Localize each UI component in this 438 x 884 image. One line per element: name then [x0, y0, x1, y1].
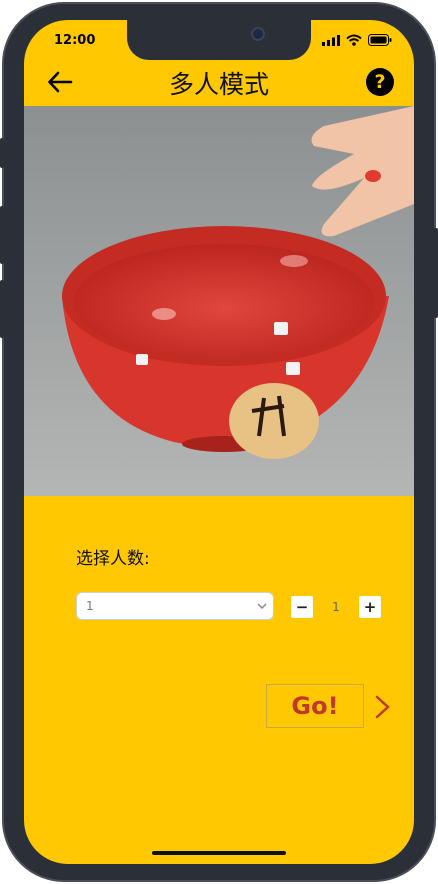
status-time: 12:00	[54, 33, 96, 48]
chevron-right-icon[interactable]	[374, 694, 392, 720]
player-count-select[interactable]: 1	[76, 592, 274, 620]
battery-icon	[368, 34, 392, 46]
help-icon[interactable]: ?	[366, 68, 394, 96]
page-title: 多人模式	[168, 70, 269, 99]
phone-volume-up	[0, 206, 4, 264]
phone-volume-down	[0, 280, 4, 338]
app-header: 多人模式 ?	[24, 60, 414, 106]
increment-button[interactable]: +	[359, 596, 381, 618]
status-icons	[322, 34, 392, 46]
go-button[interactable]: Go!	[266, 684, 364, 728]
player-count-label: 选择人数:	[76, 549, 150, 569]
phone-power-button	[434, 228, 438, 318]
quantity-value: 1	[332, 600, 340, 614]
bowl-illustration	[24, 106, 414, 496]
wifi-icon	[346, 34, 362, 46]
camera	[253, 29, 263, 39]
select-value: 1	[86, 599, 94, 613]
phone-side-button	[0, 138, 4, 168]
dice-bowl-photo	[24, 106, 414, 496]
signal-icon	[322, 34, 340, 46]
home-indicator[interactable]	[152, 851, 286, 855]
chevron-down-icon	[257, 603, 267, 610]
app-screen: 12:00 多人模式 ? 选择人数: 1 − 1 + Go!	[24, 20, 414, 864]
decrement-button[interactable]: −	[291, 596, 313, 618]
notch	[127, 20, 311, 60]
